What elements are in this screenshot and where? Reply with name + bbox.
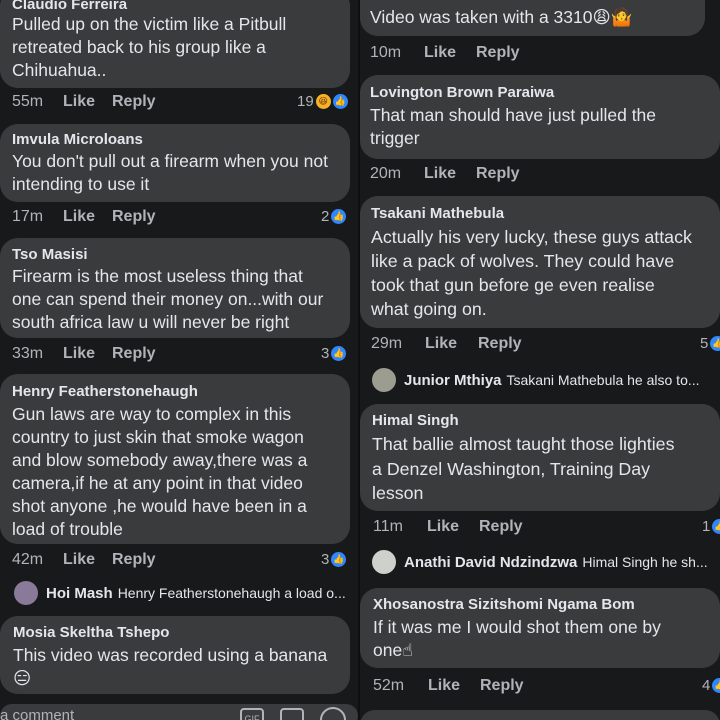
reply-snippet: Tsakani Mathebula he also to... — [506, 372, 700, 388]
comment-time: 10m — [370, 44, 402, 61]
comment-bubble: Claudio Ferreira Pulled up on the victim… — [0, 0, 350, 88]
comment-text: Video was taken with a 3310😩🤷 — [370, 7, 633, 27]
like-icon: 👍 — [712, 678, 720, 693]
like-icon: 👍 — [712, 519, 720, 534]
comment-time: 20m — [370, 165, 402, 182]
like-button[interactable]: Like — [428, 677, 460, 695]
sticker-icon[interactable] — [280, 708, 304, 720]
like-icon: 👍 — [331, 209, 347, 224]
expressionless-emoji: 😑 — [13, 668, 32, 688]
reaction-summary[interactable]: 3 👍 — [321, 345, 347, 362]
reply-snippet: Himal Singh he sh... — [582, 554, 708, 570]
reply-button[interactable]: Reply — [476, 165, 520, 183]
comment-author[interactable]: Xhosanostra Sizitshomi Ngama Bom — [373, 596, 635, 613]
comment-bubble: Mosia Skeltha Tshepo This video was reco… — [0, 616, 350, 694]
reaction-count: 19 — [297, 93, 314, 110]
avatar — [14, 581, 38, 605]
comment-bubble: Henry Featherstonehaugh Gun laws are way… — [0, 374, 350, 544]
comment-time: 42m — [12, 551, 44, 568]
reaction-summary[interactable]: 5 👍 — [700, 335, 720, 352]
reaction-count: 2 — [321, 208, 330, 225]
comment-time: 11m — [373, 518, 403, 535]
haha-icon: 😆 — [315, 94, 331, 109]
reaction-summary[interactable]: 3 👍 — [321, 551, 347, 568]
comment-author[interactable]: Henry Featherstonehaugh — [12, 383, 198, 400]
view-replies-row[interactable]: Anathi David Ndzindzwa Himal Singh he sh… — [372, 550, 708, 574]
reaction-count: 4 — [702, 677, 711, 694]
reply-button[interactable]: Reply — [112, 208, 156, 226]
like-icon: 👍 — [332, 94, 348, 109]
composer-placeholder: a comment — [0, 707, 75, 720]
like-button[interactable]: Like — [63, 93, 95, 111]
like-button[interactable]: Like — [63, 345, 95, 363]
reaction-count: 3 — [321, 345, 330, 362]
avatar — [372, 550, 396, 574]
like-button[interactable]: Like — [427, 518, 459, 536]
comment-bubble: Imvula Microloans You don't pull out a f… — [0, 124, 350, 202]
reaction-summary[interactable]: 19 😆 👍 — [297, 93, 348, 110]
comment-author[interactable]: Claudio Ferreira — [12, 0, 127, 13]
like-button[interactable]: Like — [63, 551, 95, 569]
comment-bubble: Video was taken with a 3310😩🤷 — [360, 0, 705, 36]
comment-time: 17m — [12, 208, 44, 225]
reply-author[interactable]: Hoi Mash — [46, 585, 113, 602]
comment-text: That man should have just pulled the tri… — [370, 105, 657, 148]
comment-time: 55m — [12, 93, 44, 110]
comment-text: Actually his very lucky, these guys atta… — [371, 227, 692, 319]
comment-bubble: Xhosanostra Sizitshomi Ngama Bom If it w… — [360, 588, 720, 668]
reaction-count: 1 — [702, 518, 711, 535]
reply-author[interactable]: Anathi David Ndzindzwa — [404, 554, 577, 571]
comment-bubble: Lovington Brown Paraiwa That man should … — [360, 75, 720, 159]
comment-bubble: Himal Singh That ballie almost taught th… — [360, 404, 720, 511]
like-button[interactable]: Like — [424, 44, 456, 62]
reply-button[interactable]: Reply — [112, 345, 156, 363]
reply-button[interactable]: Reply — [476, 44, 520, 62]
like-button[interactable]: Like — [63, 208, 95, 226]
reply-snippet: Henry Featherstonehaugh a load o... — [117, 585, 346, 601]
reaction-summary[interactable]: 2 👍 — [321, 208, 347, 225]
comment-text: That ballie almost taught those lighties… — [372, 434, 675, 503]
reaction-count: 3 — [321, 551, 330, 568]
like-button[interactable]: Like — [425, 335, 457, 353]
reply-button[interactable]: Reply — [478, 335, 522, 353]
comment-time: 33m — [12, 345, 44, 362]
next-comment-bubble — [360, 710, 720, 720]
comment-bubble: Tsakani Mathebula Actually his very luck… — [360, 196, 720, 328]
reply-author[interactable]: Junior Mthiya — [404, 372, 502, 389]
comment-author[interactable]: Tso Masisi — [12, 246, 88, 263]
comment-text: This video was recorded using a banana 😑 — [13, 645, 328, 688]
comment-text: Gun laws are way to complex in this coun… — [12, 404, 308, 539]
comment-text: If it was me I would shot them one by on… — [373, 617, 661, 660]
view-replies-row[interactable]: Hoi Mash Henry Featherstonehaugh a load … — [14, 581, 346, 605]
comment-author[interactable]: Himal Singh — [372, 412, 459, 429]
like-icon: 👍 — [331, 346, 347, 361]
comment-time: 52m — [373, 677, 405, 694]
emoji-icon[interactable] — [320, 707, 346, 720]
reply-button[interactable]: Reply — [112, 551, 156, 569]
comment-author[interactable]: Imvula Microloans — [12, 131, 143, 148]
reaction-count: 5 — [700, 335, 709, 352]
reply-button[interactable]: Reply — [480, 677, 524, 695]
comment-bubble: Tso Masisi Firearm is the most useless t… — [0, 238, 350, 338]
comment-author[interactable]: Mosia Skeltha Tshepo — [13, 624, 169, 641]
reaction-summary[interactable]: 4 👍 — [702, 677, 720, 694]
reaction-summary[interactable]: 1 👍 — [702, 518, 720, 535]
comment-time: 29m — [371, 335, 403, 352]
view-replies-row[interactable]: Junior Mthiya Tsakani Mathebula he also … — [372, 368, 700, 392]
reply-button[interactable]: Reply — [112, 93, 156, 111]
comment-text: Firearm is the most useless thing that o… — [12, 266, 324, 332]
avatar — [372, 368, 396, 392]
like-icon: 👍 — [331, 552, 347, 567]
left-comment-column: Claudio Ferreira Pulled up on the victim… — [0, 0, 358, 720]
comment-text: You don't pull out a firearm when you no… — [12, 151, 328, 194]
comment-composer[interactable]: a comment GIF — [0, 704, 358, 720]
comment-author[interactable]: Lovington Brown Paraiwa — [370, 84, 554, 101]
reply-button[interactable]: Reply — [479, 518, 523, 536]
gif-icon[interactable]: GIF — [240, 708, 264, 720]
right-comment-column: Video was taken with a 3310😩🤷 10m Like R… — [360, 0, 720, 720]
like-icon: 👍 — [710, 336, 720, 351]
like-button[interactable]: Like — [424, 165, 456, 183]
comment-author[interactable]: Tsakani Mathebula — [371, 205, 504, 222]
comment-text: Pulled up on the victim like a Pitbull r… — [12, 14, 287, 80]
